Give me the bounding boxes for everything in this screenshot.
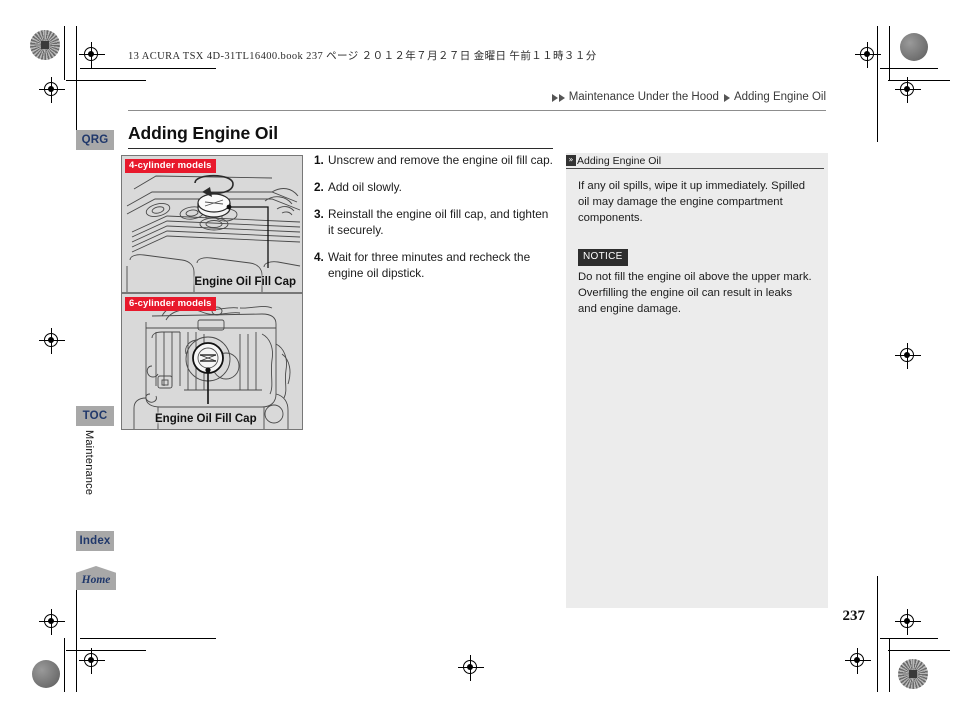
- step-number: 2.: [314, 180, 324, 195]
- figure-caption: Engine Oil Fill Cap: [155, 413, 257, 425]
- oil-fill-cap-shape: [197, 193, 231, 218]
- step-text: Add oil slowly.: [328, 180, 402, 195]
- side-note-panel: » Adding Engine Oil If any oil spills, w…: [566, 153, 828, 608]
- step-number: 1.: [314, 153, 324, 167]
- registration-mark: [895, 609, 921, 635]
- registration-mark: [39, 609, 65, 635]
- file-stamp: 13 ACURA TSX 4D-31TL16400.book 237 ページ ２…: [128, 51, 597, 62]
- sidebar-tab-qrg[interactable]: QRG: [76, 130, 114, 150]
- home-label: Home: [81, 574, 111, 586]
- crop-line: [64, 638, 66, 692]
- list-item: 3. Reinstall the engine oil fill cap, an…: [314, 206, 554, 238]
- registration-mark: [895, 343, 921, 369]
- page-number: 237: [842, 608, 866, 624]
- density-patch: [32, 660, 60, 688]
- registration-mark: [39, 328, 65, 354]
- registration-mark: [845, 648, 871, 674]
- sidebar-tab-home[interactable]: Home: [76, 566, 116, 590]
- figure-6-cylinder: 6-cylinder models Engine Oil Fill Cap: [121, 293, 303, 430]
- crop-line: [66, 650, 146, 652]
- crop-line: [64, 26, 66, 80]
- density-patch: [900, 33, 928, 61]
- notice-badge: NOTICE: [578, 249, 628, 267]
- density-patch: [30, 30, 60, 60]
- crop-line: [880, 68, 938, 70]
- breadcrumb: Maintenance Under the Hood Adding Engine…: [551, 91, 826, 103]
- notice-text: Do not fill the engine oil above the upp…: [578, 271, 812, 316]
- page-title: Adding Engine Oil: [128, 123, 278, 143]
- density-patch: [898, 659, 928, 689]
- registration-mark: [79, 42, 105, 68]
- figure-badge: 4-cylinder models: [125, 159, 217, 173]
- crop-line: [880, 638, 938, 640]
- notice-block: NOTICE Do not fill the engine oil above …: [578, 248, 814, 317]
- engine-6cyl-illustration: [133, 304, 291, 429]
- header-divider: [128, 110, 826, 111]
- engine-4cyl-illustration: [126, 174, 301, 292]
- step-text: Reinstall the engine oil fill cap, and t…: [328, 207, 549, 238]
- registration-mark: [895, 77, 921, 103]
- side-note-title: Adding Engine Oil: [577, 154, 662, 167]
- list-item: 4. Wait for three minutes and recheck th…: [314, 249, 554, 281]
- crop-line: [877, 576, 879, 692]
- crop-line: [877, 26, 879, 142]
- side-note-header: » Adding Engine Oil: [566, 153, 824, 169]
- list-item: 1. Unscrew and remove the engine oil fil…: [314, 152, 554, 168]
- side-note-body: If any oil spills, wipe it up immediatel…: [566, 169, 828, 317]
- figure-badge: 6-cylinder models: [125, 297, 217, 311]
- registration-mark: [39, 77, 65, 103]
- registration-mark: [458, 655, 484, 681]
- crop-line: [80, 68, 216, 70]
- crop-line: [888, 80, 950, 82]
- title-divider: [128, 148, 553, 150]
- sidebar-section-label: Maintenance: [83, 430, 95, 496]
- crop-line: [889, 26, 891, 80]
- crop-line: [76, 576, 78, 692]
- double-triangle-icon: [551, 93, 558, 102]
- step-text: Unscrew and remove the engine oil fill c…: [328, 153, 553, 167]
- side-note-paragraph: If any oil spills, wipe it up immediatel…: [578, 180, 806, 225]
- breadcrumb-parent[interactable]: Maintenance Under the Hood: [569, 91, 719, 103]
- double-triangle-icon: [558, 93, 565, 102]
- double-chevron-icon: »: [566, 155, 576, 166]
- breadcrumb-current: Adding Engine Oil: [733, 91, 826, 103]
- registration-mark: [79, 648, 105, 674]
- triangle-icon: [723, 93, 730, 102]
- sidebar-tab-toc[interactable]: TOC: [76, 406, 114, 426]
- crop-line: [76, 26, 78, 142]
- crop-line: [888, 650, 950, 652]
- crop-line: [889, 638, 891, 692]
- crop-line: [66, 80, 146, 82]
- step-number: 4.: [314, 250, 324, 265]
- sidebar-tab-index[interactable]: Index: [76, 531, 114, 551]
- list-item: 2. Add oil slowly.: [314, 179, 554, 195]
- figure-caption: Engine Oil Fill Cap: [194, 276, 296, 288]
- step-text: Wait for three minutes and recheck the e…: [328, 250, 531, 281]
- instruction-list: 1. Unscrew and remove the engine oil fil…: [314, 152, 554, 292]
- figure-4-cylinder: 4-cylinder models Engine Oil Fill Cap: [121, 155, 303, 293]
- step-number: 3.: [314, 207, 324, 222]
- crop-line: [80, 638, 216, 640]
- registration-mark: [855, 42, 881, 68]
